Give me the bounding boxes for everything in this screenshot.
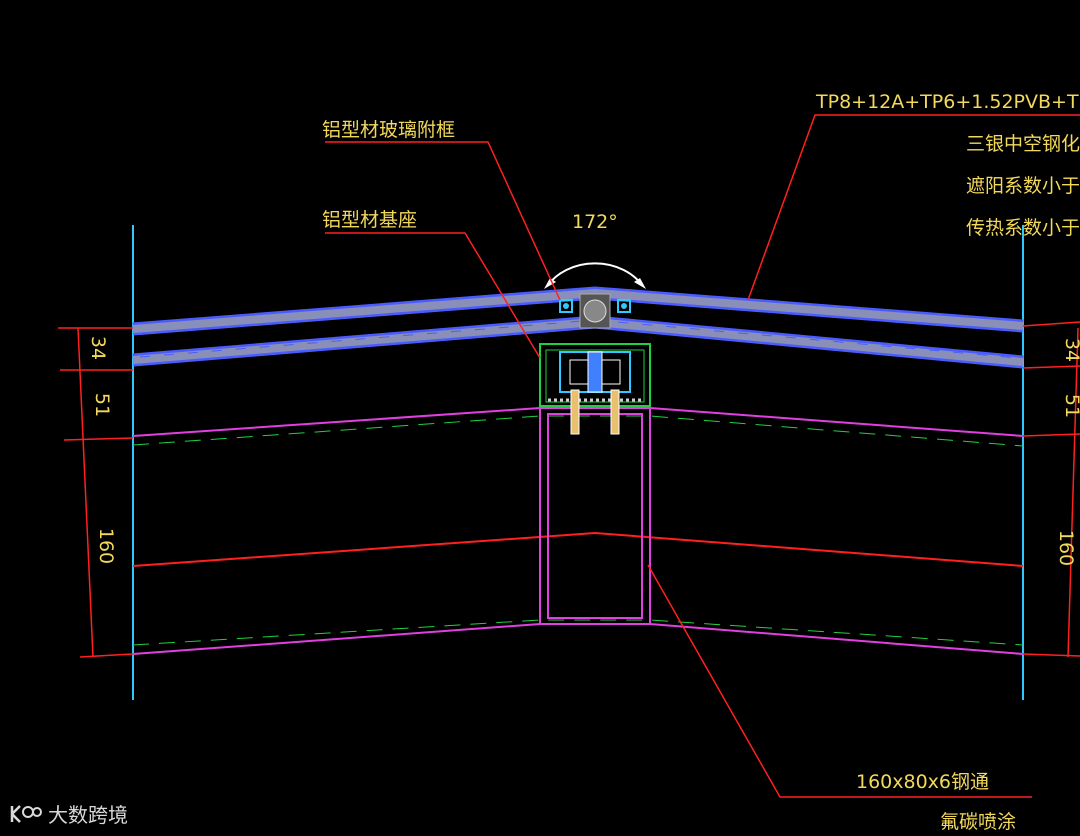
bead-label: 铝型材玻璃附框 (322, 119, 455, 141)
watermark-text: 大数跨境 (48, 803, 128, 827)
glass-type-label: 三银中空钢化夹胶玻 (966, 133, 1080, 155)
right-dim-34: 34 (1061, 338, 1080, 362)
angle-arrow-right (634, 278, 646, 289)
left-dim-34: 34 (87, 336, 109, 360)
right-dimension-chain: 34 51 160 (1022, 321, 1080, 658)
left-dimension-chain: 34 51 160 (58, 327, 134, 658)
steel-tube (539, 407, 651, 625)
glass-spec-label: TP8+12A+TP6+1.52PVB+TP6 (815, 91, 1080, 113)
coating-label: 氟碳喷涂 (940, 811, 1016, 833)
shading-label: 遮阳系数小于0.3 (966, 175, 1080, 197)
right-dim-160: 160 (1055, 530, 1077, 566)
watermark: 大数跨境 (8, 799, 128, 828)
cad-drawing: 172° TP8+12A+TP6+1.52PVB+TP6 三银中空钢化夹胶玻 遮… (58, 91, 1080, 833)
steel-bottom-line (132, 623, 1024, 655)
right-dim-51: 51 (1061, 394, 1080, 418)
left-dim-51: 51 (91, 393, 113, 417)
watermark-logo-icon (10, 804, 42, 823)
steel-label: 160x80x6钢通 (856, 771, 989, 793)
glass-panel-lower (132, 315, 1024, 369)
angle-arc (547, 262, 643, 286)
left-dim-160: 160 (95, 528, 117, 564)
leader-steel (647, 564, 1032, 798)
angle-label: 172° (572, 211, 618, 233)
aluminum-base-profile (539, 343, 651, 435)
base-label: 铝型材基座 (322, 209, 417, 231)
red-center-line (132, 531, 1024, 567)
heat-label: 传热系数小于1.6 (966, 217, 1080, 239)
